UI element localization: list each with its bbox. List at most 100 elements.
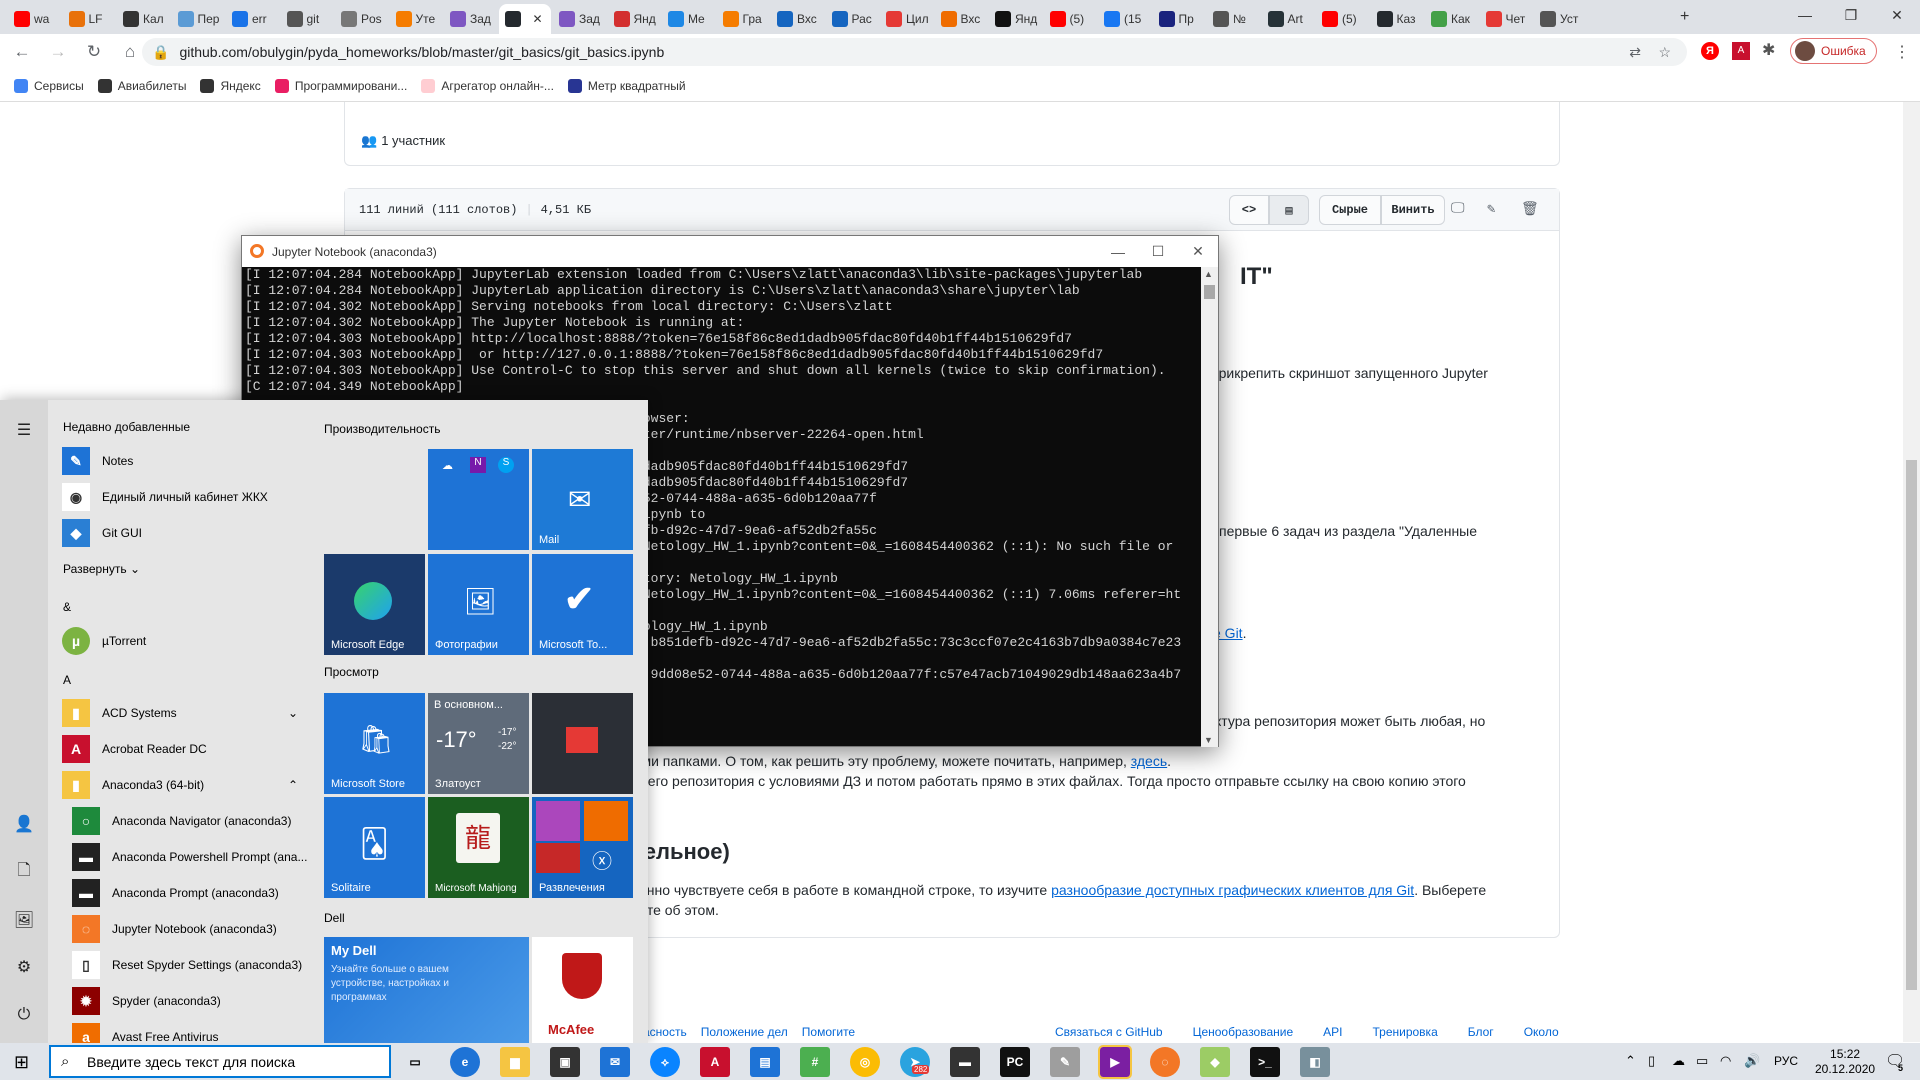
console-scrollbar[interactable]: ▲ ▼ xyxy=(1201,267,1218,747)
browser-tab[interactable]: Рас xyxy=(826,4,879,34)
blame-button[interactable]: Винить xyxy=(1381,195,1445,225)
edge-tile[interactable]: Microsoft Edge xyxy=(324,554,425,655)
acrobat-extension-icon[interactable]: A xyxy=(1732,42,1750,60)
terminal-taskbar-icon[interactable]: ▬ xyxy=(950,1047,980,1077)
menu-icon[interactable]: ⋮ xyxy=(1894,42,1910,62)
restore-button[interactable]: ❐ xyxy=(1828,0,1874,30)
anaconda-subitem[interactable]: ○ Anaconda Navigator (anaconda3) xyxy=(72,804,291,838)
bookmark-item[interactable]: Авиабилеты xyxy=(97,78,186,93)
entertainment-tile[interactable]: ⓧ Развлечения xyxy=(532,797,633,898)
scroll-down-icon[interactable]: ▼ xyxy=(1204,735,1213,745)
explorer-icon[interactable]: ▆ xyxy=(500,1047,530,1077)
browser-tab[interactable]: Вхс xyxy=(935,4,988,34)
power-icon[interactable]: ⏻ xyxy=(14,1005,34,1025)
yandex-extension-icon[interactable]: Я xyxy=(1701,42,1719,60)
browser-tab[interactable]: Вхс xyxy=(771,4,824,34)
anaconda-subitem[interactable]: ▯ Reset Spyder Settings (anaconda3) xyxy=(72,948,302,982)
mail-tile[interactable]: ✉ Mail xyxy=(532,449,633,550)
browser-tab[interactable]: (15 xyxy=(1098,4,1151,34)
recent-app-item[interactable]: ✎ Notes xyxy=(62,444,133,478)
raw-button[interactable]: Сырые xyxy=(1319,195,1381,225)
app-list-item[interactable]: A Acrobat Reader DC xyxy=(62,732,207,766)
browser-tab[interactable]: Янд xyxy=(608,4,661,34)
browser-tab[interactable]: (5) xyxy=(1316,4,1369,34)
star-icon[interactable]: ☆ xyxy=(1658,44,1671,61)
back-icon[interactable]: ← xyxy=(8,38,36,66)
footer-link[interactable]: Ценообразование xyxy=(1193,1025,1294,1039)
mail-taskbar-icon[interactable]: ✉ xyxy=(600,1047,630,1077)
news-tile[interactable] xyxy=(532,693,633,794)
browser-tab[interactable]: wa xyxy=(8,4,61,34)
footer-link[interactable]: Блог xyxy=(1468,1025,1494,1039)
paint-icon[interactable]: ✎ xyxy=(1050,1047,1080,1077)
chevron-up-icon[interactable]: ⌃ xyxy=(1625,1053,1636,1069)
acrobat-taskbar-icon[interactable]: A xyxy=(700,1047,730,1077)
language-indicator[interactable]: РУС xyxy=(1774,1054,1798,1068)
browser-tab[interactable]: Каз xyxy=(1371,4,1424,34)
browser-tab[interactable]: Пер xyxy=(172,4,225,34)
recent-app-item[interactable]: ◉ Единый личный кабинет ЖКХ xyxy=(62,480,268,514)
slack-icon[interactable]: # xyxy=(800,1047,830,1077)
browser-tab[interactable]: Уте xyxy=(390,4,443,34)
footer-link[interactable]: Положение дел xyxy=(701,1025,788,1039)
app-list-item[interactable]: ▮ ACD Systems ⌄ xyxy=(62,696,298,730)
footer-link[interactable]: Связаться с GitHub xyxy=(1055,1025,1163,1039)
safari-like-icon[interactable]: ⟡ xyxy=(650,1047,680,1077)
documents-icon[interactable]: 🗋 xyxy=(14,862,34,882)
todo-tile[interactable]: ✔ Microsoft To... xyxy=(532,554,633,655)
mcafee-tile[interactable]: McAfee xyxy=(532,937,633,1043)
anaconda-subitem[interactable]: ▬ Anaconda Prompt (anaconda3) xyxy=(72,876,279,910)
scrollbar-thumb[interactable] xyxy=(1906,460,1917,990)
extensions-icon[interactable]: ✱ xyxy=(1762,40,1775,60)
footer-link[interactable]: Помогите xyxy=(802,1025,855,1039)
mahjong-tile[interactable]: 龍 Microsoft Mahjong xyxy=(428,797,529,898)
cloud-icon[interactable]: ☁ xyxy=(1672,1053,1685,1069)
office-tile[interactable]: ☁ N S xyxy=(428,449,529,550)
browser-tab[interactable]: Пр xyxy=(1153,4,1206,34)
footer-link[interactable]: Тренировка xyxy=(1373,1025,1438,1039)
bookmark-item[interactable]: Сервисы xyxy=(14,78,84,93)
pictures-icon[interactable]: 🖼 xyxy=(14,910,34,930)
browser-tab[interactable]: Как xyxy=(1425,4,1478,34)
console-minimize-button[interactable]: — xyxy=(1098,236,1138,267)
browser-tab[interactable]: Pos xyxy=(335,4,388,34)
console-scroll-thumb[interactable] xyxy=(1204,285,1215,299)
settings-icon[interactable]: ⚙ xyxy=(14,957,34,977)
new-tab-button[interactable]: + xyxy=(1680,8,1689,26)
bookmark-item[interactable]: Метр квадратный xyxy=(567,78,686,93)
anaconda-subitem[interactable]: ▬ Anaconda Powershell Prompt (ana... xyxy=(72,840,307,874)
browser-tab[interactable]: Зад xyxy=(553,4,606,34)
browser-tab[interactable]: git xyxy=(281,4,334,34)
photos-tile[interactable]: 🖼 Фотографии xyxy=(428,554,529,655)
edge-taskbar-icon[interactable]: e xyxy=(450,1047,480,1077)
minimize-button[interactable]: — xyxy=(1782,0,1828,30)
git-taskbar-icon[interactable]: ◆ xyxy=(1200,1047,1230,1077)
browser-tab[interactable]: LF xyxy=(63,4,116,34)
recent-app-item[interactable]: ◆ Git GUI xyxy=(62,516,142,550)
here-link[interactable]: здесь xyxy=(1131,753,1167,769)
task-view-icon[interactable]: ▭ xyxy=(400,1047,430,1077)
browser-tab[interactable]: Уст xyxy=(1534,4,1587,34)
bookmark-item[interactable]: Программировани... xyxy=(274,78,407,93)
footer-link[interactable]: Около xyxy=(1524,1025,1559,1039)
close-window-button[interactable]: ✕ xyxy=(1874,0,1920,30)
home-icon[interactable]: ⌂ xyxy=(116,38,144,66)
browser-tab[interactable]: Me xyxy=(662,4,715,34)
chevron-up-icon[interactable]: ⌃ xyxy=(288,778,298,792)
edit-icon[interactable]: ✎ xyxy=(1487,201,1495,218)
expand-button[interactable]: Развернуть ⌄ xyxy=(63,562,140,576)
browser-tab[interactable]: Гра xyxy=(717,4,770,34)
volume-icon[interactable]: 🔊 xyxy=(1744,1053,1760,1069)
browser-tab[interactable]: Зад xyxy=(444,4,497,34)
scroll-up-icon[interactable]: ▲ xyxy=(1204,269,1213,279)
clock[interactable]: 15:22 20.12.2020 xyxy=(1815,1047,1875,1077)
reload-icon[interactable]: ↻ xyxy=(80,38,108,66)
mydell-tile[interactable]: My Dell Узнайте больше о вашем устройств… xyxy=(324,937,529,1043)
save-taskbar-icon[interactable]: ▤ xyxy=(750,1047,780,1077)
browser-tab[interactable]: Чет xyxy=(1480,4,1533,34)
solitaire-tile[interactable]: 🂡 Solitaire xyxy=(324,797,425,898)
console-titlebar[interactable]: Jupyter Notebook (anaconda3) — ☐ ✕ xyxy=(242,236,1218,267)
browser-tab[interactable]: err xyxy=(226,4,279,34)
app-utorrent[interactable]: µ µTorrent xyxy=(62,624,146,658)
desktop-icon[interactable]: 🖵 xyxy=(1451,201,1465,217)
